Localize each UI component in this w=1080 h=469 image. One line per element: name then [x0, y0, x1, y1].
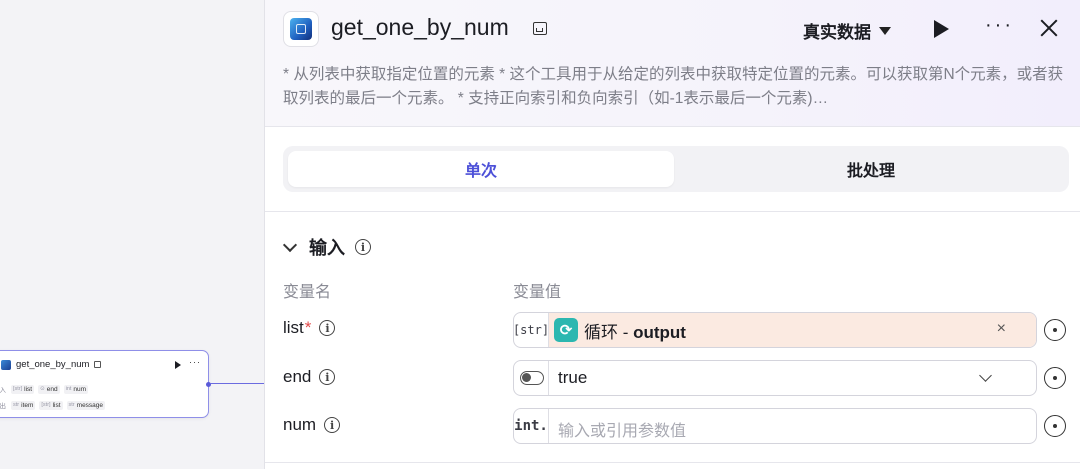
more-icon[interactable]: ···: [985, 14, 1014, 37]
divider: [265, 211, 1080, 212]
caret-down-icon: [879, 26, 891, 35]
required-mark: *: [304, 318, 312, 337]
var-name-end: end i: [283, 367, 336, 387]
workflow-node[interactable]: get_one_by_num ··· 输入 [str]list ⊙end int…: [0, 350, 211, 418]
info-icon: i: [324, 417, 341, 433]
close-icon[interactable]: [1037, 16, 1061, 40]
tab-batch[interactable]: 批处理: [678, 151, 1064, 187]
data-mode-select[interactable]: 真实数据: [803, 18, 891, 43]
store-icon[interactable]: [533, 22, 547, 35]
end-value-select[interactable]: true: [513, 360, 1037, 396]
tool-description: * 从列表中获取指定位置的元素 * 这个工具用于从给定的列表中获取特定位置的元素…: [283, 66, 1064, 107]
var-name-num: num i: [283, 415, 341, 435]
num-placeholder: 输入或引用参数值: [558, 423, 687, 440]
node-outputs-row: 输出 stritem [str]list strmessage: [0, 400, 106, 410]
run-mode-tabs: 单次 批处理: [283, 146, 1069, 192]
type-badge: int.: [514, 409, 549, 443]
workflow-canvas[interactable]: get_one_by_num ··· 输入 [str]list ⊙end int…: [0, 0, 264, 469]
info-icon: i: [319, 369, 336, 385]
panel-title: get_one_by_num: [331, 14, 509, 40]
node-output-chip: [str] list: [39, 400, 63, 410]
run-icon[interactable]: [934, 20, 949, 38]
node-input-chip: [str] list: [11, 384, 35, 394]
clear-reference-icon[interactable]: ×: [997, 320, 1006, 338]
list-value-field[interactable]: [str] ⟳ 循环 - output ×: [513, 312, 1037, 348]
store-icon: [94, 361, 102, 368]
chevron-down-icon: [979, 369, 992, 382]
node-inputs-row: 输入 [str]list ⊙end intnum: [0, 384, 89, 394]
info-icon: i: [319, 320, 336, 336]
var-name-list: list * i: [283, 318, 336, 338]
input-section-header[interactable]: 输入 i: [282, 234, 371, 260]
tab-single[interactable]: 单次: [288, 151, 674, 187]
tool-icon: [283, 11, 319, 47]
end-value: true: [558, 368, 588, 387]
column-header-value: 变量值: [513, 284, 562, 301]
divider: [265, 462, 1080, 463]
reference-variable-icon[interactable]: [1043, 318, 1067, 342]
data-mode-label: 真实数据: [803, 23, 871, 42]
num-value-input[interactable]: int. 输入或引用参数值: [513, 408, 1037, 444]
node-output-chip: str message: [66, 400, 106, 410]
node-config-panel: get_one_by_num 真实数据 ··· * 从列表中获取指定位置的元素 …: [264, 0, 1080, 469]
reference-variable-icon[interactable]: [1043, 366, 1067, 390]
info-icon: i: [355, 239, 371, 255]
type-badge: [str]: [514, 313, 549, 347]
node-input-chip: int num: [63, 384, 89, 394]
variable-reference-chip[interactable]: ⟳ 循环 - output ×: [549, 313, 1036, 347]
node-connection-edge: [210, 383, 264, 384]
node-output-chip: str item: [11, 400, 36, 410]
tool-cube-icon: [1, 359, 11, 370]
node-input-chip: ⊙ end: [38, 384, 60, 394]
reference-variable-icon[interactable]: [1043, 414, 1067, 438]
node-title: get_one_by_num: [16, 359, 90, 370]
column-header-name: 变量名: [283, 284, 332, 301]
node-more-icon[interactable]: ···: [189, 357, 201, 367]
node-play-icon[interactable]: [175, 361, 181, 369]
loop-icon: ⟳: [554, 318, 578, 342]
section-title: 输入: [309, 238, 345, 258]
chevron-down-icon: [282, 237, 298, 253]
